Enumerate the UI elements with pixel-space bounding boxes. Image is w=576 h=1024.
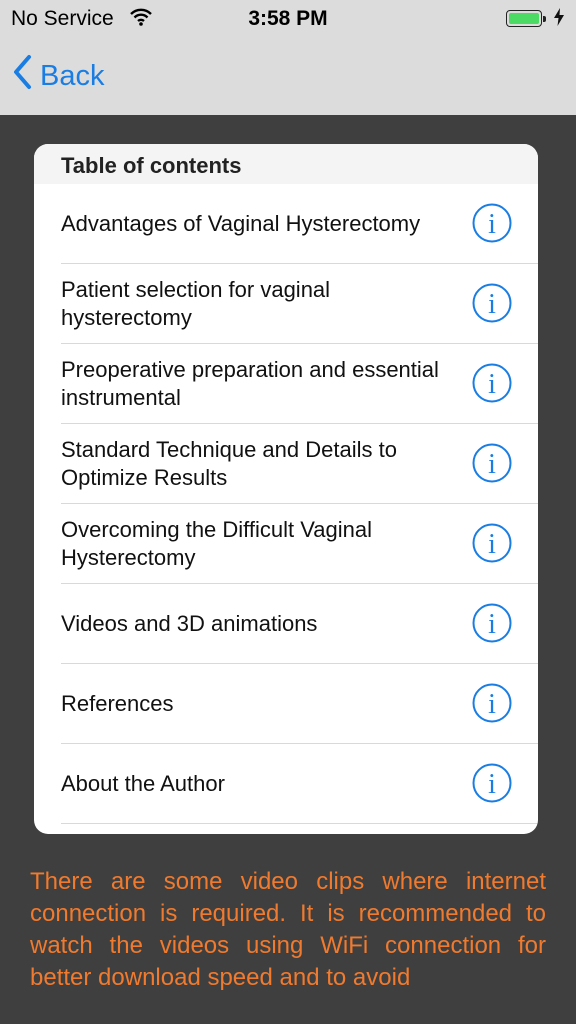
charging-bolt-icon xyxy=(554,8,564,32)
info-icon[interactable]: i xyxy=(472,763,512,803)
toc-item-references[interactable]: References i xyxy=(61,664,538,744)
toc-item-preoperative[interactable]: Preoperative preparation and essential i… xyxy=(61,344,538,424)
svg-text:i: i xyxy=(488,609,496,640)
toc-header: Table of contents xyxy=(34,144,538,184)
clock: 3:58 PM xyxy=(248,7,328,30)
svg-text:i: i xyxy=(488,689,496,720)
info-icon[interactable]: i xyxy=(472,443,512,483)
info-icon[interactable]: i xyxy=(472,683,512,723)
back-label: Back xyxy=(40,59,105,92)
battery-icon xyxy=(506,10,546,27)
info-icon[interactable]: i xyxy=(472,203,512,243)
info-icon[interactable]: i xyxy=(472,523,512,563)
toc-item-label: References xyxy=(61,690,174,716)
info-icon[interactable]: i xyxy=(472,603,512,643)
toc-item-videos[interactable]: Videos and 3D animations i xyxy=(61,584,538,664)
wifi-notice: There are some video clips where interne… xyxy=(30,868,546,991)
toc-card: Table of contents Advantages of Vaginal … xyxy=(34,144,538,834)
toc-item-label: Standard Technique and Details to Optimi… xyxy=(61,436,397,490)
toc-item-label: About the Author xyxy=(61,770,225,796)
toc-item-difficult-hysterectomy[interactable]: Overcoming the Difficult Vaginal Hystere… xyxy=(61,504,538,584)
toc-item-label: Patient selection for vaginal hysterecto… xyxy=(61,276,331,330)
svg-text:i: i xyxy=(488,209,496,240)
toc-item-label: Videos and 3D animations xyxy=(61,610,318,636)
svg-text:i: i xyxy=(488,289,496,320)
toc-item-label: Advantages of Vaginal Hysterectomy xyxy=(61,210,421,236)
chevron-left-icon xyxy=(12,54,32,98)
toc-item-standard-technique[interactable]: Standard Technique and Details to Optimi… xyxy=(61,424,538,504)
svg-text:i: i xyxy=(488,449,496,480)
toc-item-advantages[interactable]: Advantages of Vaginal Hysterectomy i xyxy=(61,184,538,264)
top-bar: No Service 3:58 PM Back xyxy=(0,0,576,115)
status-bar: No Service 3:58 PM xyxy=(0,0,576,38)
toc-item-about-author[interactable]: About the Author i xyxy=(61,744,538,824)
info-icon[interactable]: i xyxy=(472,363,512,403)
back-button[interactable]: Back xyxy=(12,54,105,98)
svg-text:i: i xyxy=(488,769,496,800)
toc-item-patient-selection[interactable]: Patient selection for vaginal hysterecto… xyxy=(61,264,538,344)
info-icon[interactable]: i xyxy=(472,283,512,323)
svg-text:i: i xyxy=(488,529,496,560)
toc-item-label: Preoperative preparation and essential i… xyxy=(61,356,439,410)
toc-item-label: Overcoming the Difficult Vaginal Hystere… xyxy=(61,516,372,570)
svg-text:i: i xyxy=(488,369,496,400)
